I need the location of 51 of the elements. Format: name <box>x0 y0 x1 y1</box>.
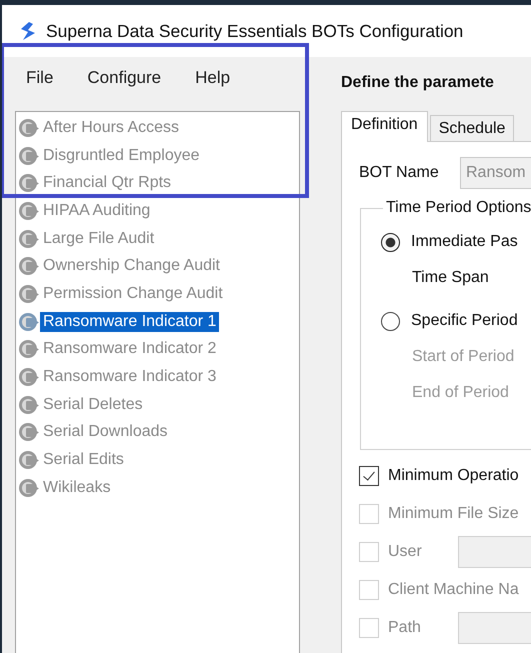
list-item[interactable]: Serial Edits <box>40 450 127 470</box>
checkbox-label: Client Machine Na <box>388 581 519 599</box>
checkbox[interactable] <box>359 466 379 486</box>
field-label: BOT Name <box>359 164 440 182</box>
menu-item[interactable]: File <box>24 66 56 90</box>
tab[interactable]: Schedule <box>430 115 514 141</box>
radio-button[interactable] <box>381 232 400 252</box>
group-title: Time Period Options <box>385 199 531 217</box>
checkbox-label: Minimum File Size <box>388 505 519 523</box>
disc-icon <box>18 366 40 388</box>
list-item[interactable]: Financial Qtr Rpts <box>40 173 174 194</box>
section-heading: Define the paramete <box>341 73 495 93</box>
disc-icon <box>18 228 40 250</box>
disc-icon <box>18 172 40 194</box>
field-label: End of Period <box>412 384 509 402</box>
bot-name-field[interactable]: Ransom <box>460 157 531 189</box>
list-item[interactable]: HIPAA Auditing <box>40 200 154 221</box>
list-item[interactable]: Large File Audit <box>40 228 158 249</box>
disc-icon <box>18 144 40 167</box>
list-item[interactable]: Ownership Change Audit <box>40 256 223 276</box>
field-label: Time Span <box>412 269 489 287</box>
disc-icon <box>18 449 40 472</box>
radio-button[interactable] <box>381 312 400 330</box>
list-item[interactable]: Ransomware Indicator 2 <box>40 339 220 360</box>
menu-item[interactable]: Configure <box>85 66 164 90</box>
list-item[interactable]: Serial Downloads <box>40 422 171 442</box>
disc-icon <box>18 310 40 333</box>
checkbox-label: Path <box>388 619 422 637</box>
field-label: Start of Period <box>412 348 514 366</box>
disc-icon <box>18 476 40 499</box>
list-item[interactable]: Wikileaks <box>40 478 114 498</box>
list-item[interactable]: Permission Change Audit <box>40 284 226 304</box>
checkbox-label: Minimum Operatio <box>388 467 519 485</box>
disc-icon <box>18 255 40 278</box>
disc-icon <box>18 421 40 444</box>
disc-icon <box>18 200 40 222</box>
tab[interactable]: Definition <box>341 111 428 142</box>
list-item[interactable]: Ransomware Indicator 3 <box>40 367 220 388</box>
list-item[interactable]: After Hours Access <box>40 118 182 138</box>
disc-icon <box>18 282 40 305</box>
list-item[interactable]: Ransomware Indicator 1 <box>40 312 220 332</box>
list-item[interactable]: Disgruntled Employee <box>40 146 203 166</box>
option-label: Specific Period <box>411 312 518 330</box>
disc-icon <box>18 338 40 360</box>
disc-icon <box>18 116 40 139</box>
window-title: Superna Data Security Essentials BOTs Configuration <box>46 20 464 42</box>
list-item[interactable]: Serial Deletes <box>40 394 146 415</box>
option-label: Immediate Pas <box>411 233 518 251</box>
disc-icon <box>18 394 40 416</box>
checkbox-label: User <box>388 543 423 561</box>
menu-item[interactable]: Help <box>193 66 232 90</box>
